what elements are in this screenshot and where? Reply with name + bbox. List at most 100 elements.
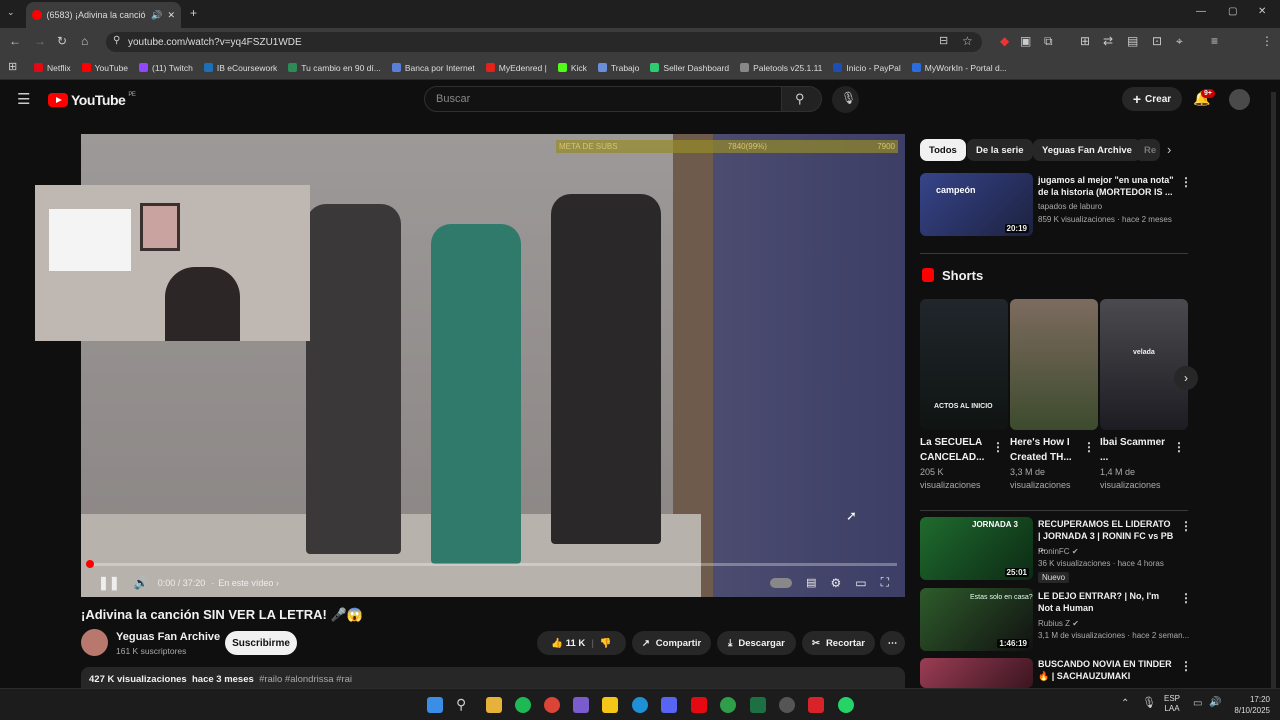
bookmark-item[interactable]: Kick	[557, 63, 587, 73]
search-button[interactable]: ⚲	[781, 86, 822, 112]
bookmark-item[interactable]: Tu cambio en 90 dí...	[288, 63, 381, 73]
tab-search-icon[interactable]: ⌄	[7, 8, 15, 17]
theater-mode-icon[interactable]: ▭	[855, 576, 866, 590]
browser-tab[interactable]: (6583) ¡Adivina la canción S 🔊 ✕	[26, 2, 181, 28]
network-icon[interactable]: ▭	[1193, 699, 1202, 709]
bookmark-item[interactable]: IB eCoursework	[203, 63, 277, 73]
bookmark-item[interactable]: Paletools v25.1.11	[740, 63, 822, 73]
more-options-icon[interactable]: ⋮	[1180, 519, 1192, 533]
bookmark-item[interactable]: Inicio - PayPal	[833, 63, 901, 73]
reload-icon[interactable]: ↻	[57, 35, 67, 47]
extension-icon[interactable]: ⊞	[1080, 35, 1090, 47]
menu-icon[interactable]: ⋮	[1261, 35, 1273, 47]
mic-tray-icon[interactable]: 🎙	[1142, 698, 1156, 709]
more-actions-button[interactable]: ⋯	[880, 631, 905, 655]
chevron-right-icon[interactable]: ›	[1167, 143, 1171, 156]
back-icon[interactable]: ←	[9, 35, 21, 47]
related-video-title[interactable]: LE DEJO ENTRAR? | No, I'm Not a Human	[1038, 590, 1174, 614]
new-tab-icon[interactable]: +	[190, 7, 197, 19]
tab-close-icon[interactable]: ✕	[167, 10, 175, 21]
related-video-title[interactable]: jugamos al mejor "en una nota" de la his…	[1038, 174, 1174, 198]
more-options-icon[interactable]: ⋮	[992, 440, 1004, 454]
shorts-next-icon[interactable]: ›	[1174, 366, 1198, 390]
maximize-icon[interactable]: ▢	[1228, 7, 1237, 17]
bookmark-item[interactable]: (11) Twitch	[139, 63, 193, 73]
share-button[interactable]: ↗ Compartir	[632, 631, 711, 655]
voice-search-button[interactable]: 🎙	[832, 86, 859, 113]
speaker-icon[interactable]: 🔊	[151, 10, 162, 21]
pause-icon[interactable]: ❚❚	[98, 575, 120, 591]
extension-icon[interactable]: ▣	[1020, 35, 1031, 47]
more-options-icon[interactable]: ⋮	[1173, 440, 1185, 454]
channel-name[interactable]: Yeguas Fan Archive	[116, 631, 220, 643]
forward-icon[interactable]: →	[34, 35, 46, 47]
related-video-title[interactable]: BUSCANDO NOVIA EN TINDER 🔥 | SACHAUZUMAK…	[1038, 658, 1174, 682]
site-info-icon[interactable]: ⚲	[113, 36, 120, 46]
app-icon[interactable]	[573, 697, 589, 713]
close-window-icon[interactable]: ✕	[1258, 7, 1266, 17]
reading-list-icon[interactable]: ≡	[1211, 35, 1218, 47]
extension-icon[interactable]: ⊡	[1152, 35, 1162, 47]
short-title[interactable]: La SECUELA CANCELAD...	[920, 435, 990, 465]
bookmark-item[interactable]: YouTube	[81, 63, 128, 73]
short-title[interactable]: Ibai Scammer ...	[1100, 435, 1170, 465]
youtube-logo[interactable]: YouTube PE	[48, 92, 136, 108]
home-icon[interactable]: ⌂	[81, 35, 88, 47]
bookmark-item[interactable]: MyEdenred |	[485, 63, 547, 73]
short-thumbnail[interactable]	[1010, 299, 1098, 430]
account-avatar[interactable]	[1229, 89, 1250, 110]
netflix-icon[interactable]	[691, 697, 707, 713]
fullscreen-icon[interactable]: ⛶	[881, 575, 889, 590]
download-button[interactable]: ⤓ Descargar	[717, 631, 796, 655]
video-thumbnail[interactable]: Estas solo en casa? 1:46:19	[920, 588, 1033, 651]
minimize-icon[interactable]: —	[1196, 7, 1206, 17]
video-thumbnail[interactable]	[920, 658, 1033, 688]
hamburger-menu-icon[interactable]: ☰	[17, 92, 30, 107]
video-thumbnail[interactable]: JORNADA 3 25:01	[920, 517, 1033, 580]
volume-icon[interactable]: 🔊	[134, 576, 149, 590]
short-thumbnail[interactable]: velada	[1100, 299, 1188, 430]
extensions-icon[interactable]: ⧉	[1044, 35, 1053, 47]
video-progress-bar[interactable]	[89, 563, 897, 566]
chrome-profile-icon[interactable]	[720, 697, 736, 713]
chip-de-la-serie[interactable]: De la serie	[967, 139, 1033, 161]
short-title[interactable]: Here's How I Created TH...	[1010, 435, 1080, 465]
whatsapp-icon[interactable]	[838, 697, 854, 713]
progress-scrubber[interactable]	[86, 560, 94, 568]
page-scrollbar[interactable]	[1271, 92, 1276, 688]
language-indicator[interactable]: ESP LAA	[1164, 694, 1180, 714]
clip-button[interactable]: ✂ Recortar	[802, 631, 875, 655]
apps-icon[interactable]: ⊞	[8, 62, 17, 73]
chip-channel[interactable]: Yeguas Fan Archive	[1033, 139, 1141, 161]
chapters-button[interactable]: En este vídeo ›	[218, 578, 279, 588]
sidebar-icon[interactable]: ▤	[1127, 35, 1138, 47]
settings-gear-icon[interactable]: ⚙	[830, 576, 841, 590]
volume-tray-icon[interactable]: 🔊	[1209, 698, 1221, 708]
spotify-icon[interactable]	[515, 697, 531, 713]
more-options-icon[interactable]: ⋮	[1180, 591, 1192, 605]
excel-icon[interactable]	[750, 697, 766, 713]
search-input[interactable]: Buscar	[424, 86, 782, 112]
edge-icon[interactable]	[632, 697, 648, 713]
more-options-icon[interactable]: ⋮	[1083, 440, 1095, 454]
bookmark-item[interactable]: Banca por Internet	[391, 63, 475, 73]
bookmark-item[interactable]: MyWorkIn - Portal d...	[911, 63, 1007, 73]
autoplay-toggle[interactable]	[770, 577, 793, 588]
subscribe-button[interactable]: Suscribirme	[225, 631, 297, 655]
translate-icon[interactable]: ⇄	[1103, 35, 1113, 47]
short-thumbnail[interactable]: ACTOS AL INICIO	[920, 299, 1008, 430]
create-button[interactable]: + Crear	[1122, 87, 1182, 111]
address-bar[interactable]: ⚲ youtube.com/watch?v=yq4FSZU1WDE ⊟ ☆	[106, 32, 982, 52]
chip-todos[interactable]: Todos	[920, 139, 966, 161]
video-thumbnail[interactable]: campeón 20:19	[920, 173, 1033, 236]
tray-chevron-icon[interactable]: ⌃	[1121, 699, 1129, 709]
more-options-icon[interactable]: ⋮	[1180, 659, 1192, 673]
chrome-icon[interactable]	[544, 697, 560, 713]
clock[interactable]: 17:20 8/10/2025	[1228, 694, 1270, 716]
file-explorer-icon[interactable]	[486, 697, 502, 713]
notes-icon[interactable]	[602, 697, 618, 713]
bookmark-item[interactable]: Netflix	[34, 63, 71, 73]
app-icon[interactable]	[808, 697, 824, 713]
more-options-icon[interactable]: ⋮	[1180, 175, 1192, 189]
start-button-icon[interactable]	[427, 697, 443, 713]
